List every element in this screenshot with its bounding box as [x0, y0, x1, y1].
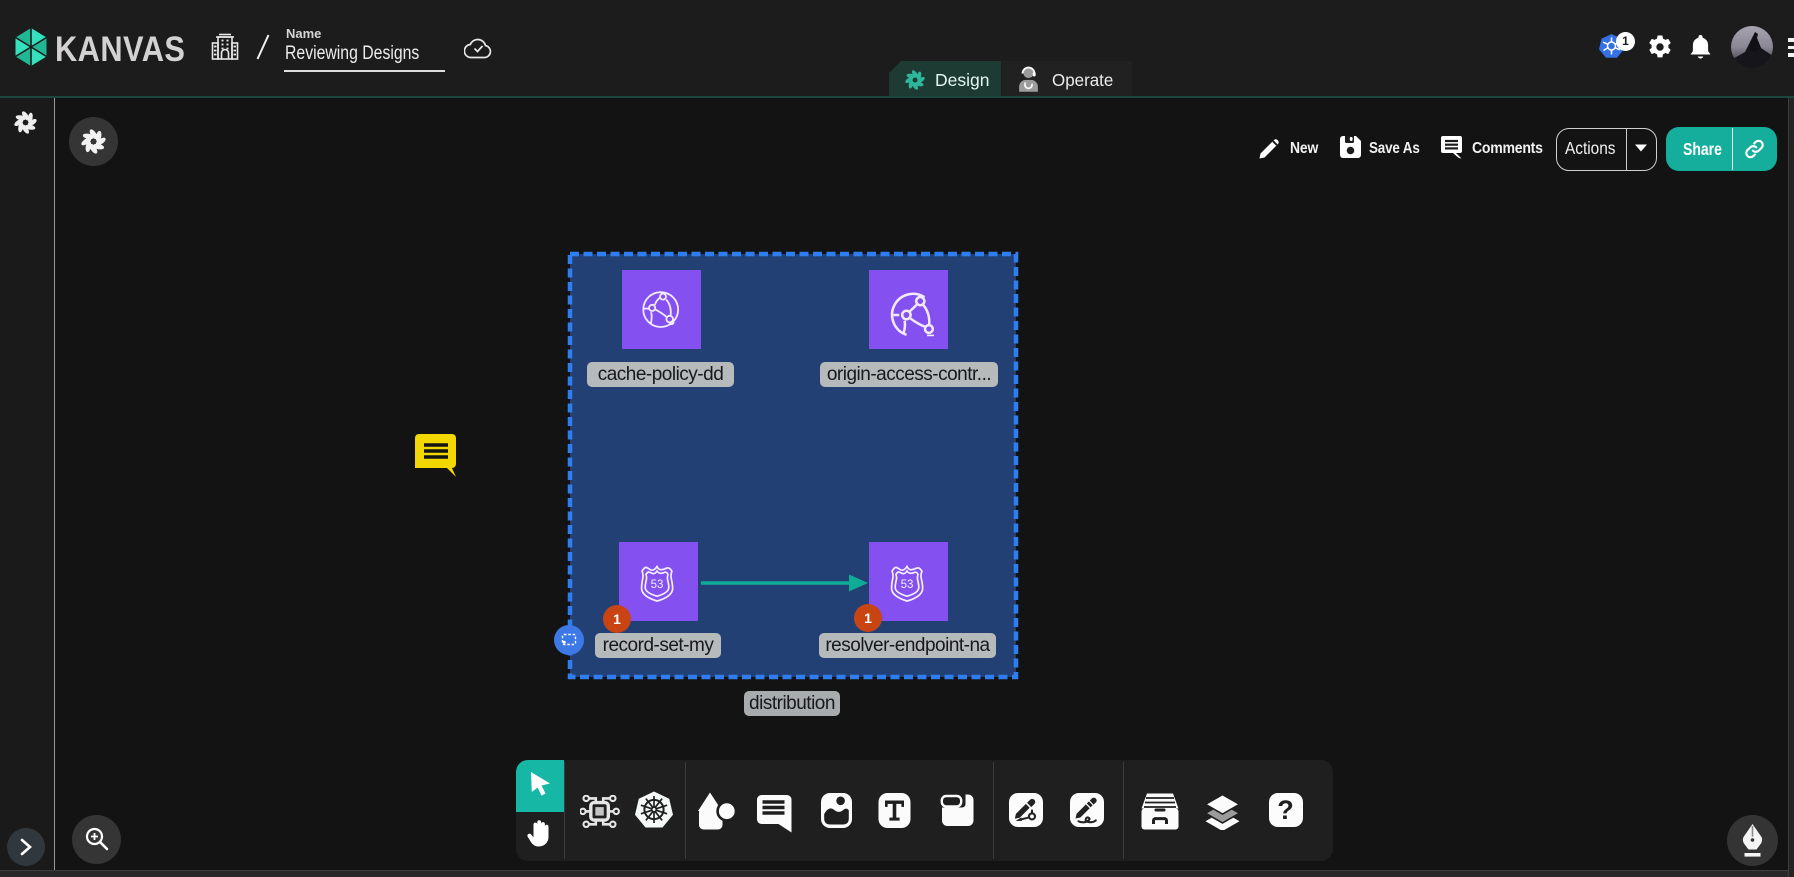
svg-text:53: 53: [651, 579, 664, 591]
